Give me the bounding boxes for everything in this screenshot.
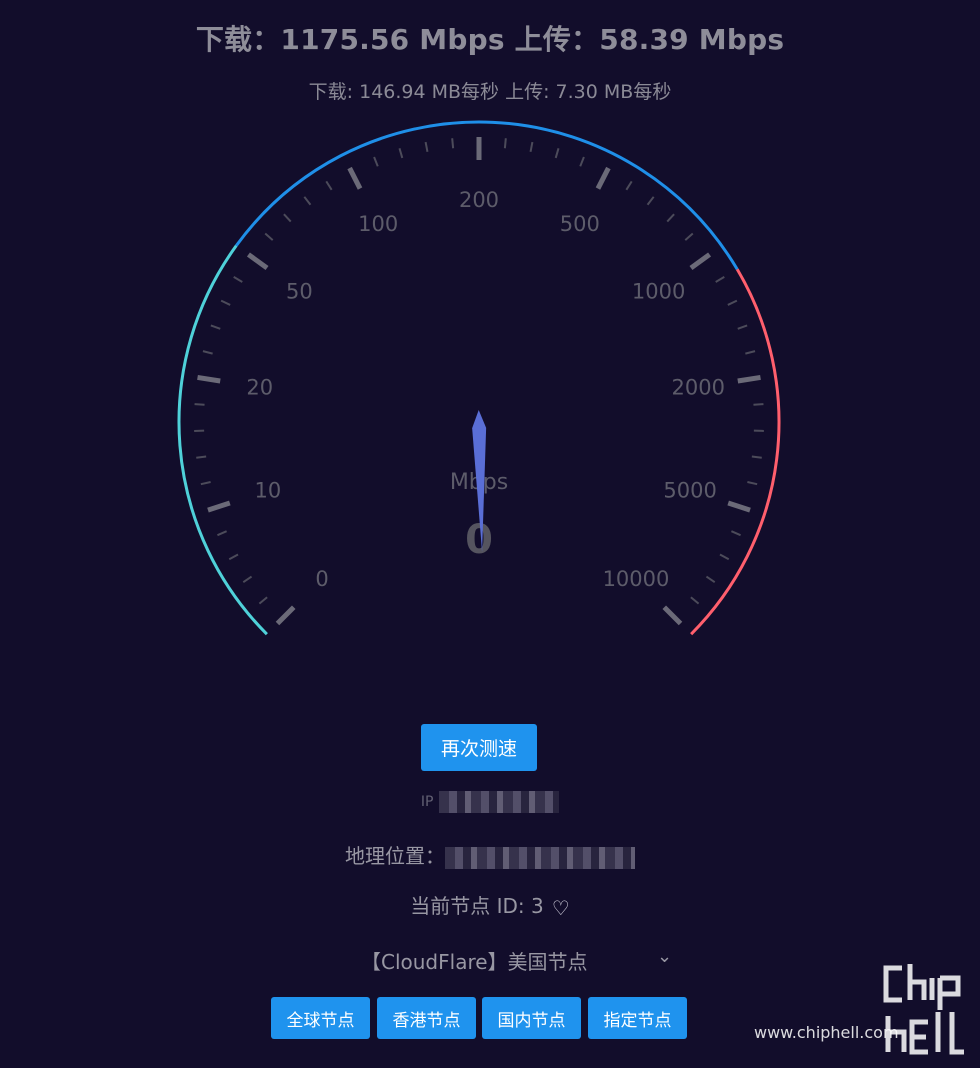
gauge-minor-tick xyxy=(554,148,560,159)
gauge-minor-tick xyxy=(196,455,207,459)
speed-gauge: 010205010020050010002000500010000 Mbps 0 xyxy=(177,120,781,636)
gauge-minor-tick xyxy=(684,232,694,241)
gauge-minor-tick xyxy=(579,156,585,167)
gauge-minor-tick xyxy=(727,299,738,306)
gauge-minor-tick xyxy=(242,575,253,584)
node-info: 当前节点 ID: 3 ♡ xyxy=(0,890,980,920)
gauge-minor-tick xyxy=(217,530,228,537)
gauge-tick-label: 10000 xyxy=(603,567,670,591)
gauge-major-tick xyxy=(737,374,761,384)
gauge-major-tick xyxy=(662,605,683,626)
global-nodes-button[interactable]: 全球节点 xyxy=(271,997,370,1039)
custom-nodes-button[interactable]: 指定节点 xyxy=(588,997,687,1039)
gauge-major-tick xyxy=(347,166,363,190)
gauge-minor-tick xyxy=(503,138,507,149)
geo-label: 地理位置： xyxy=(345,844,445,868)
gauge-minor-tick xyxy=(220,299,231,306)
gauge-tick-label: 1000 xyxy=(632,280,685,304)
gauge-minor-tick xyxy=(730,530,741,537)
speed-summary-subline: 下载: 146.94 MB每秒 上传: 7.30 MB每秒 xyxy=(308,81,672,103)
gauge-minor-tick xyxy=(719,553,730,561)
domestic-nodes-button[interactable]: 国内节点 xyxy=(482,997,581,1039)
gauge-minor-tick xyxy=(303,196,312,206)
gauge-tick-label: 10 xyxy=(254,479,281,503)
ip-label: IP xyxy=(420,793,434,810)
speed-summary-headline: 下载：1175.56 Mbps 上传：58.39 Mbps xyxy=(195,23,785,56)
gauge-minor-tick xyxy=(233,276,243,283)
gauge-tick-label: 500 xyxy=(560,212,600,236)
gauge-major-tick xyxy=(207,500,231,513)
retest-button[interactable]: 再次测速 xyxy=(421,724,537,771)
geo-value-redacted xyxy=(445,846,635,869)
gauge-major-tick xyxy=(727,500,751,513)
gauge-minor-tick xyxy=(210,324,221,330)
watermark-url: www.chiphell.com xyxy=(754,1023,899,1042)
gauge-arc-high xyxy=(690,268,781,636)
current-node-id: 当前节点 ID: 3 xyxy=(410,894,544,918)
chiphell-logo xyxy=(883,964,964,1055)
gauge-tick-label: 100 xyxy=(358,212,398,236)
gauge-minor-tick xyxy=(424,141,429,153)
gauge-minor-tick xyxy=(283,213,292,223)
geo-info: 地理位置： xyxy=(0,840,980,869)
gauge-minor-tick xyxy=(373,156,379,167)
gauge-minor-tick xyxy=(737,324,748,330)
heart-icon[interactable]: ♡ xyxy=(552,896,570,920)
ip-info: IP xyxy=(0,788,980,813)
gauge-minor-tick xyxy=(529,141,534,153)
hongkong-nodes-button[interactable]: 香港节点 xyxy=(377,997,476,1039)
gauge-minor-tick xyxy=(264,232,274,241)
gauge-minor-tick xyxy=(753,403,764,406)
gauge-minor-tick xyxy=(705,575,716,584)
chevron-down-icon: ⌄ xyxy=(657,946,673,967)
node-select[interactable]: 【CloudFlare】美国节点 ⌄ xyxy=(355,940,685,978)
gauge-major-tick xyxy=(595,166,611,190)
gauge-tick-label: 20 xyxy=(246,375,273,399)
gauge-minor-tick xyxy=(690,596,700,605)
gauge-minor-tick xyxy=(745,350,756,355)
gauge-arc-low xyxy=(177,244,268,636)
gauge-minor-tick xyxy=(747,481,758,486)
gauge-minor-tick xyxy=(325,180,333,191)
ip-value-redacted xyxy=(439,790,560,813)
gauge-minor-tick xyxy=(398,148,404,159)
gauge-minor-tick xyxy=(258,596,268,605)
gauge-major-tick xyxy=(246,252,269,271)
gauge-tick-label: 2000 xyxy=(672,375,725,399)
gauge-minor-tick xyxy=(625,180,633,191)
gauge-major-tick xyxy=(197,374,221,384)
gauge-tick-label: 0 xyxy=(315,567,328,591)
gauge-tick-label: 200 xyxy=(459,188,499,212)
gauge-major-tick xyxy=(275,605,296,626)
gauge-minor-tick xyxy=(666,213,675,223)
gauge-tick-label: 50 xyxy=(286,280,313,304)
gauge-minor-tick xyxy=(715,276,725,283)
gauge-value-label: 0 xyxy=(465,517,493,563)
gauge-minor-tick xyxy=(451,138,455,149)
gauge-minor-tick xyxy=(200,481,211,486)
gauge-minor-tick xyxy=(751,455,762,459)
gauge-minor-tick xyxy=(202,350,213,355)
gauge-minor-tick xyxy=(228,553,239,561)
gauge-tick-label: 5000 xyxy=(663,479,716,503)
gauge-minor-tick xyxy=(646,196,655,206)
node-select-value: 【CloudFlare】美国节点 xyxy=(361,950,588,974)
gauge-minor-tick xyxy=(194,403,205,406)
gauge-major-tick xyxy=(689,252,712,271)
